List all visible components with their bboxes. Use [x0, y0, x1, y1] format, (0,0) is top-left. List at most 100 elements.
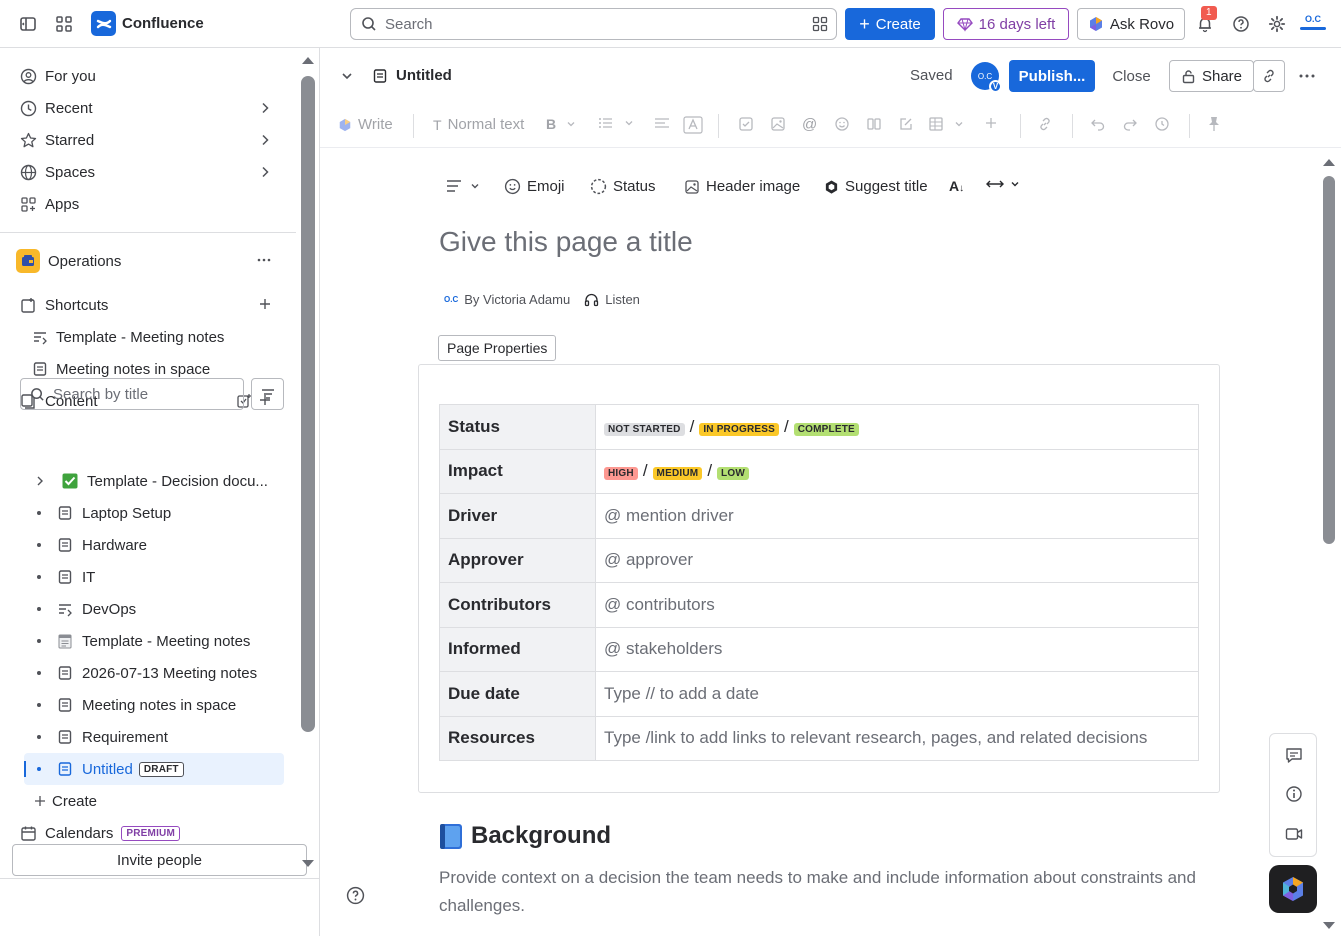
editor-scrollbar[interactable] — [1321, 152, 1337, 936]
table-button[interactable] — [928, 116, 964, 132]
bold-button[interactable]: B — [546, 116, 576, 132]
insert-plus-button[interactable] — [984, 116, 998, 130]
chevron-down-icon[interactable] — [340, 69, 354, 83]
tree-item[interactable]: DevOps — [24, 593, 284, 625]
close-editor-button[interactable]: Close — [1103, 60, 1160, 92]
filter-button[interactable] — [251, 378, 284, 410]
property-value-driver[interactable]: @ mention driver — [595, 493, 1199, 539]
font-size-button[interactable]: A↓ — [949, 178, 964, 194]
settings-gear-icon[interactable] — [1263, 10, 1291, 38]
impact-lozenge-low[interactable]: LOW — [717, 467, 749, 481]
space-header-operations[interactable]: Operations — [12, 245, 284, 277]
write-button[interactable]: Write — [338, 116, 393, 133]
app-switcher-icon[interactable] — [50, 10, 78, 38]
tree-item[interactable]: Template - Decision docu... — [24, 465, 284, 497]
smart-link-button[interactable] — [898, 116, 914, 132]
page-properties-label[interactable]: Page Properties — [438, 335, 557, 361]
add-header-image-button[interactable]: Header image — [684, 178, 800, 195]
tree-item[interactable]: Requirement — [24, 721, 284, 753]
pin-toolbar-button[interactable] — [1207, 116, 1221, 132]
invite-people-button[interactable]: Invite people — [12, 844, 307, 876]
share-button[interactable]: Share — [1169, 60, 1254, 92]
tree-item[interactable]: IT — [24, 561, 284, 593]
tree-item-selected[interactable]: Untitled DRAFT — [24, 753, 284, 785]
link-button[interactable] — [1037, 116, 1053, 132]
tree-item[interactable]: Hardware — [24, 529, 284, 561]
undo-button[interactable] — [1090, 116, 1106, 132]
table-row: Approver @ approver — [439, 537, 1199, 583]
toolbar-separator — [1189, 114, 1190, 138]
add-shortcut-plus-icon[interactable] — [258, 297, 272, 311]
help-icon[interactable] — [1227, 10, 1255, 38]
comment-icon[interactable] — [1285, 746, 1303, 764]
image-button[interactable] — [770, 116, 786, 132]
publish-button[interactable]: Publish... — [1009, 60, 1095, 92]
chevron-right-icon[interactable] — [258, 165, 272, 179]
create-page-button[interactable]: Create — [24, 785, 284, 817]
sidebar-search-input[interactable]: Search by title — [20, 378, 244, 410]
sidebar-item-recent[interactable]: Recent — [12, 92, 284, 124]
more-options-icon[interactable] — [256, 252, 272, 268]
task-button[interactable] — [738, 116, 754, 132]
status-lozenge-in-progress[interactable]: IN PROGRESS — [699, 422, 779, 436]
background-heading[interactable]: Background — [439, 822, 611, 850]
status-lozenge-complete[interactable]: COMPLETE — [793, 422, 859, 436]
emoji-button[interactable] — [834, 116, 850, 132]
page-width-button[interactable] — [986, 178, 1020, 190]
property-value-impact[interactable]: HIGH / MEDIUM / LOW — [595, 448, 1199, 494]
impact-lozenge-high[interactable]: HIGH — [604, 467, 638, 481]
profile-avatar[interactable]: O.C — [1300, 14, 1326, 34]
tree-item[interactable]: 2026-07-13 Meeting notes — [24, 657, 284, 689]
mention-button[interactable]: @ — [802, 116, 817, 133]
shortcuts-section-header[interactable]: Shortcuts — [12, 289, 284, 321]
status-lozenge-not-started[interactable]: NOT STARTED — [604, 422, 685, 436]
sidebar-scrollbar[interactable] — [300, 52, 316, 870]
help-icon[interactable] — [346, 886, 365, 905]
text-color-button[interactable] — [683, 116, 703, 134]
page-width-alignment-button[interactable] — [446, 178, 480, 194]
property-value-resources[interactable]: Type /link to add links to relevant rese… — [595, 715, 1199, 761]
page-title-input[interactable]: Give this page a title — [439, 226, 693, 258]
add-status-button[interactable]: Status — [590, 178, 656, 195]
add-emoji-button[interactable]: Emoji — [504, 178, 565, 195]
align-button[interactable] — [654, 116, 670, 130]
listen-button[interactable]: Listen — [605, 292, 640, 307]
copy-link-button[interactable] — [1253, 60, 1285, 92]
sidebar-toggle-icon[interactable] — [14, 10, 42, 38]
chevron-right-icon[interactable] — [34, 475, 46, 487]
property-value-status[interactable]: NOT STARTED / IN PROGRESS / COMPLETE — [595, 404, 1199, 450]
tree-item[interactable]: Laptop Setup — [24, 497, 284, 529]
sidebar-item-for-you[interactable]: For you — [12, 60, 284, 92]
trial-days-button[interactable]: 16 days left — [943, 8, 1069, 40]
background-placeholder-text[interactable]: Provide context on a decision the team n… — [439, 864, 1219, 920]
ask-rovo-button[interactable]: Ask Rovo — [1077, 8, 1185, 40]
video-camera-icon[interactable] — [1285, 825, 1303, 843]
sidebar-item-spaces[interactable]: Spaces — [12, 156, 284, 188]
tree-item[interactable]: Template - Meeting notes — [24, 625, 284, 657]
property-value-contributors[interactable]: @ contributors — [595, 582, 1199, 628]
confluence-logo[interactable]: Confluence — [91, 11, 204, 36]
redo-button[interactable] — [1122, 116, 1138, 132]
suggest-title-button[interactable]: Suggest title — [824, 178, 928, 195]
text-style-dropdown[interactable]: T Normal text — [433, 116, 524, 133]
collaborator-avatar[interactable]: O.C V — [971, 62, 1002, 93]
create-button[interactable]: + Create — [845, 8, 935, 40]
version-history-button[interactable] — [1154, 116, 1170, 132]
impact-lozenge-medium[interactable]: MEDIUM — [652, 467, 703, 481]
sidebar-item-apps[interactable]: Apps — [12, 188, 284, 220]
tree-item[interactable]: Meeting notes in space — [24, 689, 284, 721]
info-icon[interactable] — [1285, 785, 1303, 803]
global-search-input[interactable]: Search — [350, 8, 837, 40]
shortcut-item[interactable]: Template - Meeting notes — [24, 321, 284, 353]
chevron-right-icon[interactable] — [258, 133, 272, 147]
property-value-approver[interactable]: @ approver — [595, 537, 1199, 583]
rovo-chat-button[interactable] — [1269, 865, 1317, 913]
search-filters-icon[interactable] — [812, 16, 828, 32]
more-actions-icon[interactable] — [1298, 69, 1316, 83]
list-button[interactable] — [598, 116, 634, 130]
chevron-right-icon[interactable] — [258, 101, 272, 115]
sidebar-item-starred[interactable]: Starred — [12, 124, 284, 156]
layout-button[interactable] — [866, 116, 882, 132]
property-value-informed[interactable]: @ stakeholders — [595, 626, 1199, 672]
property-value-due-date[interactable]: Type // to add a date — [595, 671, 1199, 717]
